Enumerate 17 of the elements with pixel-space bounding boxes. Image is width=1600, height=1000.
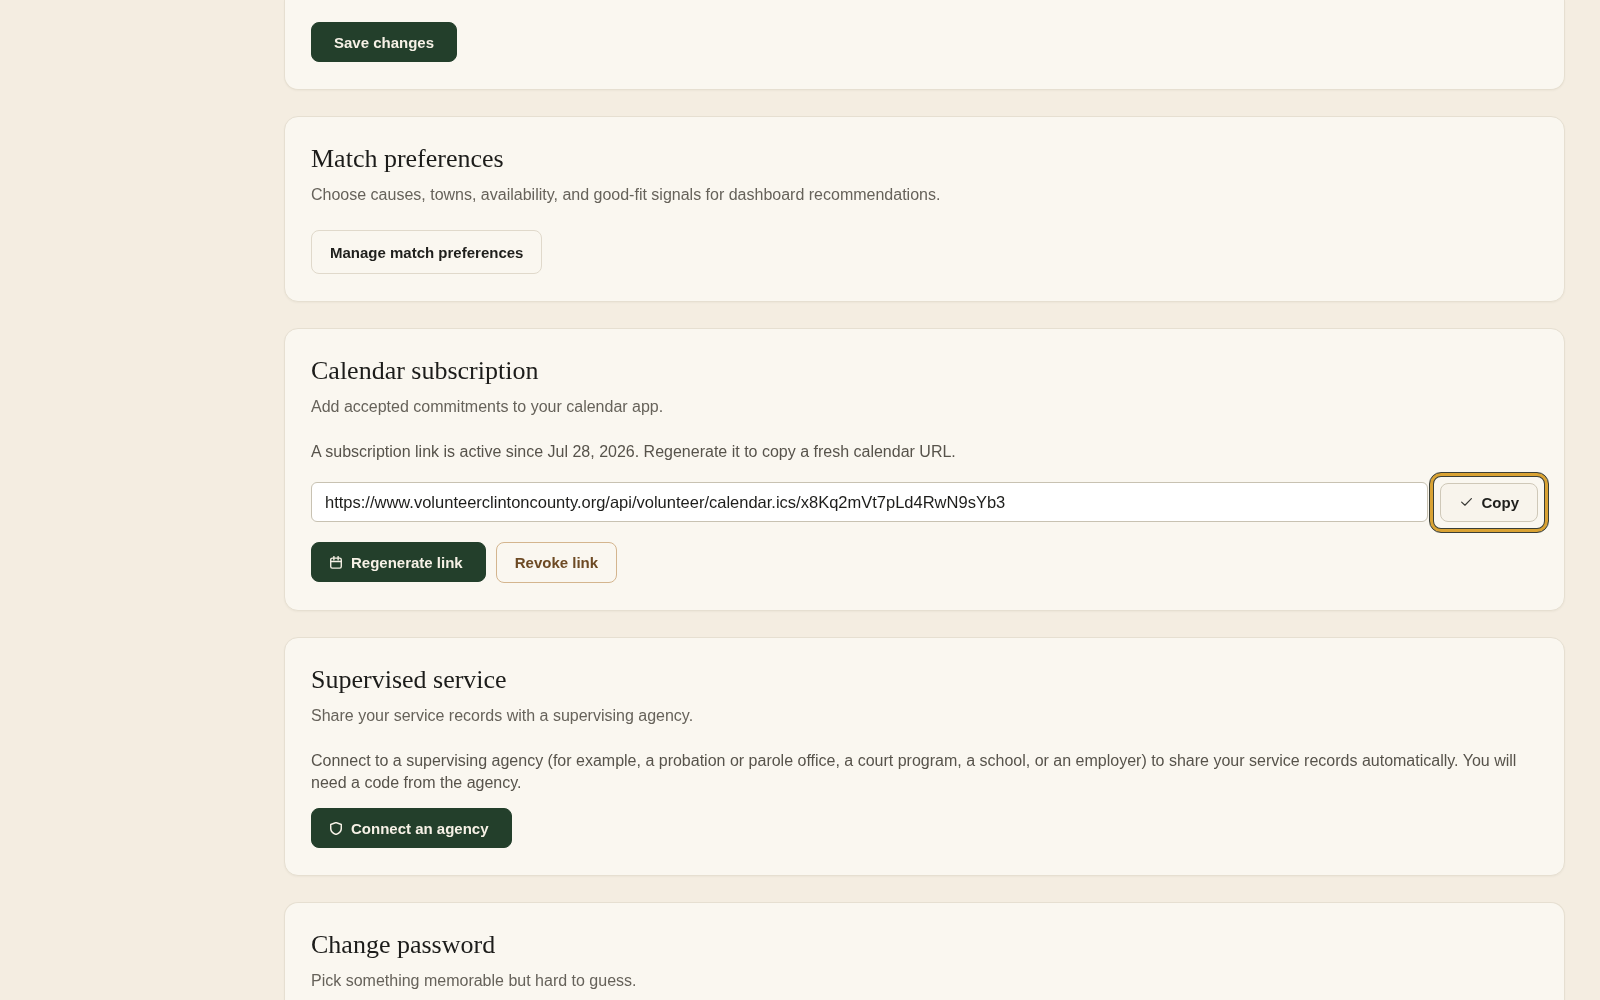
section-title: Supervised service: [311, 664, 508, 696]
section-description: Choose causes, towns, availability, and good-fit signals for dashboard recommendations.: [311, 185, 942, 205]
section-description: Add accepted commitments to your calendar app.: [311, 397, 665, 417]
section-note: A subscription link is active since Jul 28, 2026. Regenerate it to copy a fresh calendar URL.: [311, 442, 957, 462]
connect-agency-button[interactable]: Connect an agency: [311, 808, 512, 848]
save-button[interactable]: Save changes: [311, 22, 458, 62]
revoke-link-button[interactable]: Revoke link: [495, 542, 618, 583]
regenerate-link-button[interactable]: Regenerate link: [311, 542, 486, 582]
url-field[interactable]: https://www.volunteerclintoncounty.org/api/volunteer/calendar.ics/x8Kq2mVt7pLd4RwN9sYb3: [311, 482, 1428, 522]
manage-preferences-button[interactable]: Manage match preferences: [311, 230, 543, 274]
section-title: Calendar subscription: [311, 355, 540, 387]
copy-button[interactable]: Copy: [1439, 482, 1538, 522]
section-title: Match preferences: [311, 143, 505, 175]
section-title: Change password: [311, 929, 497, 961]
section-description: Pick something memorable but hard to guess.: [311, 971, 638, 991]
section-description: Share your service records with a supervising agency.: [311, 706, 695, 726]
section-note: Connect to a supervising agency (for example, a probation or parole office, a court program, a school, or an employer) to share your service records automatically. You will need a code from the agency.: [311, 751, 1518, 793]
